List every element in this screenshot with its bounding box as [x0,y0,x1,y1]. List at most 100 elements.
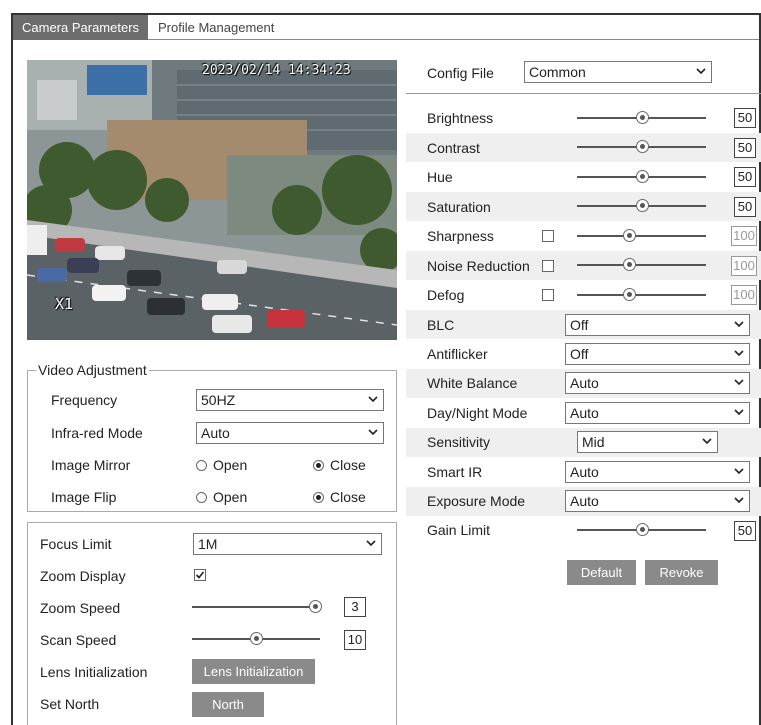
chevron-down-icon [734,321,744,328]
lens-initialization-label: Lens Initialization [40,664,148,680]
saturation-label: Saturation [427,199,491,215]
noise-reduction-checkbox[interactable] [542,260,554,272]
slider-handle[interactable] [635,140,649,153]
gain-limit-value[interactable]: 50 [734,521,756,541]
chevron-down-icon [368,429,378,436]
scan-speed-value[interactable]: 10 [344,630,366,650]
slider-track [577,294,706,296]
image-flip-open-radio[interactable]: Open [196,487,247,507]
revoke-button[interactable]: Revoke [645,560,718,585]
slider-handle[interactable] [622,258,636,271]
slider-track [577,264,706,266]
gain-limit-slider[interactable] [577,523,706,537]
image-mirror-close-radio[interactable]: Close [313,455,366,475]
config-file-value: Common [529,64,586,80]
antiflicker-select[interactable]: Off [565,343,750,365]
image-mirror-open-label: Open [213,457,248,473]
infrared-mode-select[interactable]: Auto [196,422,384,444]
north-button[interactable]: North [192,692,264,717]
contrast-value[interactable]: 50 [734,138,756,158]
saturation-slider[interactable] [577,199,706,213]
chevron-down-icon [366,540,376,547]
preview-zoom-indicator: X1 [55,295,74,313]
noise-reduction-value[interactable]: 100 [731,256,757,276]
radio-selected-icon [313,492,324,503]
image-flip-label: Image Flip [51,489,117,505]
defog-label: Defog [427,287,465,303]
lens-initialization-button[interactable]: Lens Initialization [192,659,315,684]
preview-timestamp: 2023/02/14 14:34:23 [202,63,351,78]
divider [406,93,761,94]
slider-handle[interactable] [635,170,649,183]
antiflicker-label: Antiflicker [427,346,488,362]
chevron-down-icon [696,68,706,75]
focus-limit-value: 1M [198,536,218,552]
image-flip-close-label: Close [330,489,366,505]
zoom-speed-label: Zoom Speed [40,600,121,616]
white-balance-select[interactable]: Auto [565,372,750,394]
day-night-mode-select[interactable]: Auto [565,402,750,424]
contrast-slider[interactable] [577,140,706,154]
infrared-mode-label: Infra-red Mode [51,425,143,441]
config-file-select[interactable]: Common [524,61,712,83]
smart-ir-select[interactable]: Auto [565,461,750,483]
zoom-speed-slider[interactable] [192,600,322,614]
zoom-speed-value[interactable]: 3 [344,597,366,617]
image-mirror-close-label: Close [330,457,366,473]
white-balance-label: White Balance [427,375,518,391]
noise-reduction-slider[interactable] [577,258,706,272]
slider-handle[interactable] [635,523,649,536]
defog-value[interactable]: 100 [731,285,757,305]
default-button[interactable]: Default [567,560,636,585]
live-preview[interactable]: 2023/02/14 14:34:23 X1 [27,60,397,340]
hue-slider[interactable] [577,170,706,184]
slider-handle[interactable] [635,199,649,212]
tab-profile-management[interactable]: Profile Management [149,15,283,40]
zoom-display-label: Zoom Display [40,568,126,584]
white-balance-value: Auto [570,375,599,391]
brightness-slider[interactable] [577,111,706,125]
blc-label: BLC [427,317,455,333]
radio-icon [196,460,207,471]
tab-camera-parameters[interactable]: Camera Parameters [13,15,149,40]
hue-label: Hue [427,169,453,185]
zoom-display-checkbox[interactable] [194,569,206,581]
blc-value: Off [570,317,589,333]
saturation-value[interactable]: 50 [734,197,756,217]
frequency-label: Frequency [51,392,118,408]
blc-select[interactable]: Off [565,314,750,336]
exposure-mode-select[interactable]: Auto [565,490,750,512]
radio-icon [196,492,207,503]
image-flip-open-label: Open [213,489,248,505]
sharpness-label: Sharpness [427,228,494,244]
exposure-mode-value: Auto [570,493,599,509]
radio-selected-icon [313,460,324,471]
exposure-mode-label: Exposure Mode [427,493,526,509]
defog-slider[interactable] [577,288,706,302]
sharpness-slider[interactable] [577,229,706,243]
image-mirror-open-radio[interactable]: Open [196,455,247,475]
chevron-down-icon [702,438,712,445]
chevron-down-icon [734,409,744,416]
scan-speed-slider[interactable] [192,632,320,646]
slider-handle[interactable] [622,288,636,301]
defog-checkbox[interactable] [542,289,554,301]
focus-limit-select[interactable]: 1M [193,533,382,555]
hue-value[interactable]: 50 [734,167,756,187]
brightness-value[interactable]: 50 [734,108,756,128]
chevron-down-icon [734,468,744,475]
config-file-label: Config File [427,65,494,81]
camera-scene-image [27,60,397,340]
image-mirror-label: Image Mirror [51,457,131,473]
image-flip-close-radio[interactable]: Close [313,487,366,507]
sharpness-checkbox[interactable] [542,230,554,242]
brightness-label: Brightness [427,110,494,126]
slider-handle[interactable] [250,632,263,645]
slider-track [192,606,315,608]
frequency-select[interactable]: 50HZ [196,389,384,411]
sharpness-value[interactable]: 100 [731,226,757,246]
slider-handle[interactable] [309,600,322,613]
slider-handle[interactable] [622,229,636,242]
sensitivity-select[interactable]: Mid [577,431,718,453]
slider-handle[interactable] [635,111,649,124]
